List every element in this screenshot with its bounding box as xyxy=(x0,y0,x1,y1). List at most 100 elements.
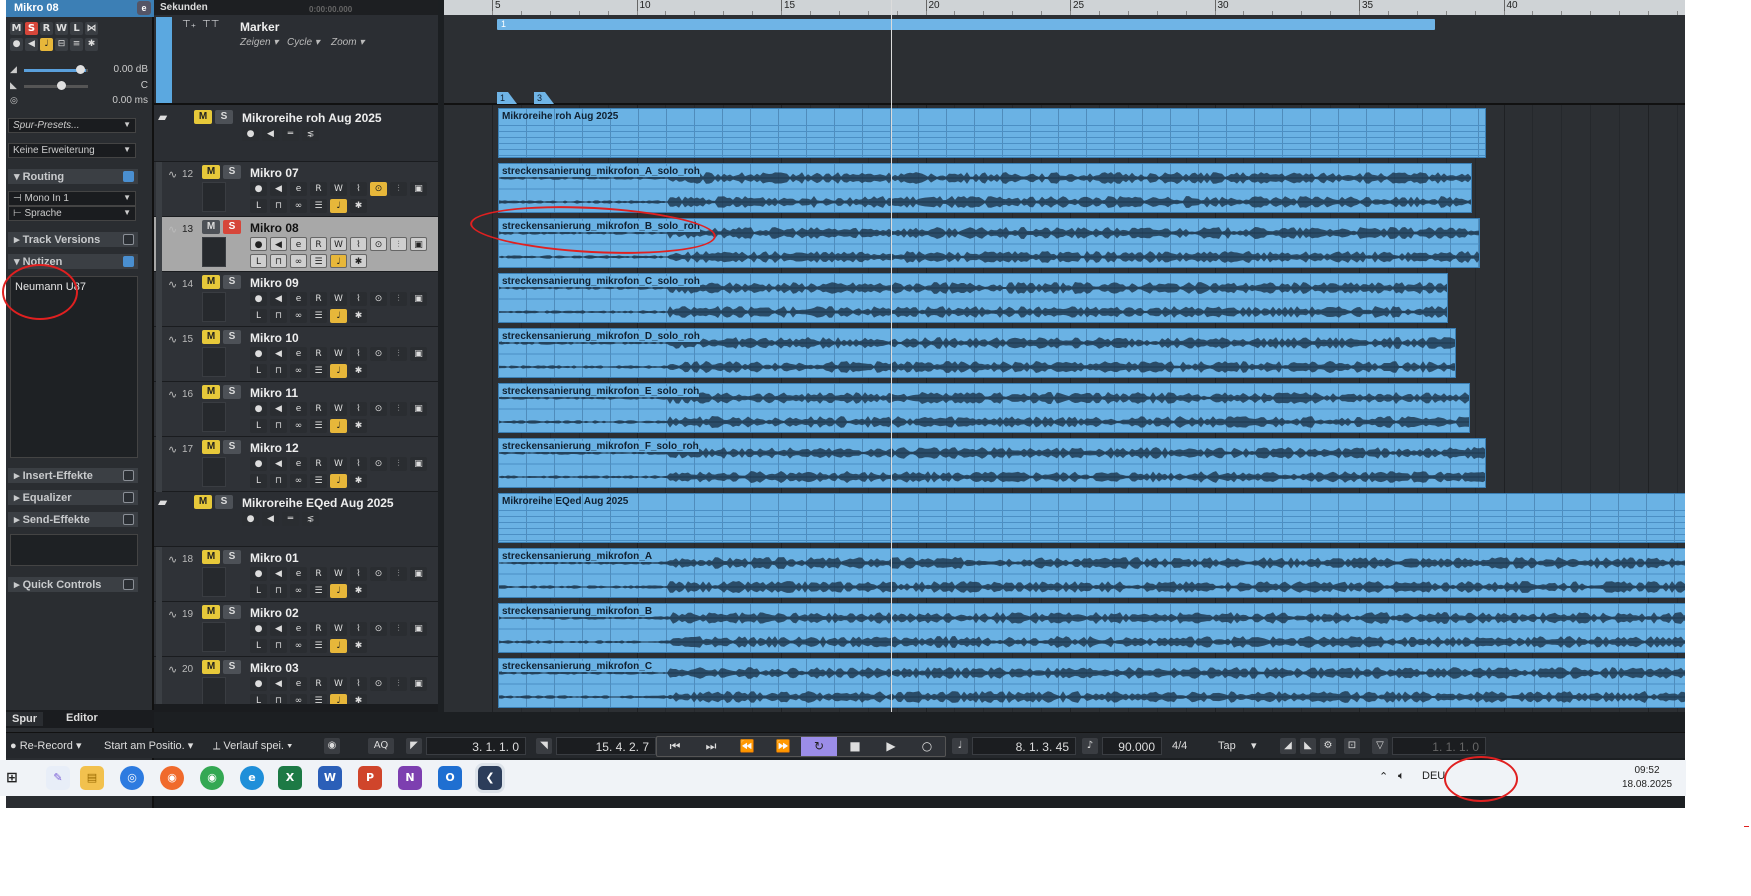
channel-settings-icon[interactable]: ▣ xyxy=(410,622,427,636)
section-notes[interactable]: ▾ Notizen xyxy=(8,254,138,269)
tab-spur[interactable]: Spur xyxy=(6,712,44,726)
group-icon[interactable]: ⋦ xyxy=(302,512,319,526)
marker-zoom-dropdown[interactable]: Zoom ▾ xyxy=(331,37,364,48)
channel-settings-icon[interactable]: ▣ xyxy=(410,237,427,251)
edit-channel-icon[interactable]: e xyxy=(290,622,307,636)
folder-icon[interactable]: ▰ xyxy=(158,110,167,124)
direct-monitor-icon[interactable]: ⊙ xyxy=(370,677,387,691)
extension-dropdown[interactable]: Keine Erweiterung ▼ xyxy=(8,143,136,158)
direct-monitor-icon[interactable]: ⊙ xyxy=(370,292,387,306)
speaker-icon[interactable]: 🔈︎ xyxy=(1398,770,1405,783)
solo-button[interactable]: S xyxy=(223,330,241,344)
phase-icon[interactable]: ⌇ xyxy=(350,457,367,471)
read-automation-button[interactable]: R xyxy=(310,567,327,581)
marker-remove-icon[interactable]: ⊤⊤ xyxy=(202,19,219,30)
solo-button[interactable]: S xyxy=(25,22,38,35)
write-automation-button[interactable]: W xyxy=(330,567,347,581)
write-automation-button[interactable]: W xyxy=(330,402,347,416)
inspector-track-name[interactable]: Mikro 08 e xyxy=(6,0,154,17)
record-enable-icon[interactable]: ● xyxy=(242,512,259,526)
folder-track[interactable]: ▰ M S Mikroreihe roh Aug 2025 ● ◀ ═ ⋦ xyxy=(154,107,438,162)
audio-track[interactable]: ∿ 15 M S Mikro 10 ● ◀ e R W ⌇ ⊙ ⫶ ▣ L ⊓ ∞ ☰ ♩ ✱ xyxy=(154,327,438,382)
go-to-end-icon[interactable]: ⏭ xyxy=(693,737,729,756)
start-mode-dropdown[interactable]: Start am Positio. ▾ xyxy=(104,737,193,755)
track-name[interactable]: Mikro 10 xyxy=(250,331,299,345)
lanes-button[interactable]: L xyxy=(250,364,267,378)
punch-in-icon[interactable]: ◢ xyxy=(1280,738,1296,754)
record-enable-icon[interactable]: ● xyxy=(250,292,267,306)
lanes-button[interactable]: L xyxy=(250,419,267,433)
phase-icon[interactable]: ⌇ xyxy=(350,237,367,251)
direct-monitor-icon[interactable]: ⊙ xyxy=(370,347,387,361)
mute-button[interactable]: M xyxy=(194,495,212,509)
channel-settings-icon[interactable]: ▣ xyxy=(410,182,427,196)
solo-button[interactable]: S xyxy=(223,440,241,454)
lanes-button[interactable]: L xyxy=(250,309,267,323)
timebase-icon[interactable]: ♩ xyxy=(330,364,347,378)
metronome-icon[interactable]: ◉ xyxy=(324,738,340,754)
record-icon[interactable]: ○ xyxy=(909,737,945,756)
language-indicator[interactable]: DEU xyxy=(1422,770,1445,782)
send-effects-icon[interactable] xyxy=(123,514,134,525)
audio-event[interactable]: streckensanierung_mikrofon_F_solo_roh xyxy=(498,438,1486,488)
edit-channel-icon[interactable]: e xyxy=(290,182,307,196)
write-automation-button[interactable]: W xyxy=(330,237,347,251)
lanes-button[interactable]: L xyxy=(250,584,267,598)
phase-icon[interactable]: ⌇ xyxy=(350,622,367,636)
mute-button[interactable]: M xyxy=(10,22,23,35)
eq-icon[interactable]: ⫶ xyxy=(390,622,407,636)
track-name[interactable]: Mikro 12 xyxy=(250,441,299,455)
direct-monitor-icon[interactable]: ⊙ xyxy=(370,622,387,636)
read-automation-button[interactable]: R xyxy=(310,347,327,361)
solo-button[interactable]: S xyxy=(223,605,241,619)
outlook-icon[interactable]: O xyxy=(438,766,462,790)
eq-icon[interactable]: ⫶ xyxy=(390,402,407,416)
read-button[interactable]: R xyxy=(40,22,53,35)
quick-controls-icon[interactable] xyxy=(123,579,134,590)
lock-icon[interactable]: ⊓ xyxy=(270,309,287,323)
track-name[interactable]: Mikro 02 xyxy=(250,606,299,620)
read-automation-button[interactable]: R xyxy=(310,622,327,636)
timebase-icon[interactable]: ♩ xyxy=(330,584,347,598)
read-automation-button[interactable]: R xyxy=(310,677,327,691)
list-icon[interactable]: ☰ xyxy=(310,419,327,433)
audio-event[interactable]: streckensanierung_mikrofon_A_solo_roh xyxy=(498,163,1472,213)
track-versions-icon[interactable] xyxy=(123,234,134,245)
link-icon[interactable]: ∞ xyxy=(290,474,307,488)
lanes-icon[interactable]: ═ xyxy=(282,512,299,526)
freeze-icon[interactable]: ✱ xyxy=(350,309,367,323)
channel-settings-icon[interactable]: ▣ xyxy=(410,347,427,361)
channel-settings-icon[interactable]: ▣ xyxy=(410,677,427,691)
folder-track[interactable]: ▰ M S Mikroreihe EQed Aug 2025 ● ◀ ═ ⋦ xyxy=(154,492,438,547)
edit-channel-icon[interactable]: e xyxy=(290,457,307,471)
audio-event[interactable]: streckensanierung_mikrofon_C xyxy=(498,658,1685,708)
left-locator-icon[interactable]: ◤ xyxy=(406,738,422,754)
chrome-icon[interactable]: ◉ xyxy=(200,766,224,790)
eq-icon[interactable]: ⫶ xyxy=(390,182,407,196)
onenote-icon[interactable]: N xyxy=(398,766,422,790)
track-name[interactable]: Mikroreihe roh Aug 2025 xyxy=(242,111,382,125)
phase-icon[interactable]: ⌇ xyxy=(350,347,367,361)
read-automation-button[interactable]: R xyxy=(310,182,327,196)
track-name[interactable]: Mikro 03 xyxy=(250,661,299,675)
solo-button[interactable]: S xyxy=(215,495,233,509)
timebase-icon[interactable]: ♩ xyxy=(330,309,347,323)
edit-channel-icon[interactable]: e xyxy=(290,677,307,691)
solo-button[interactable]: S xyxy=(223,385,241,399)
lock-icon[interactable]: ⊟ xyxy=(55,38,68,51)
powerpoint-icon[interactable]: P xyxy=(358,766,382,790)
record-enable-icon[interactable]: ● xyxy=(250,182,267,196)
track-name[interactable]: Mikro 08 xyxy=(250,221,299,235)
lanes-button[interactable]: L xyxy=(250,199,267,213)
tempo-field[interactable]: 90.000 xyxy=(1102,737,1162,755)
marker-lane[interactable]: 1 1 3 xyxy=(444,15,1685,105)
settings-gear-icon[interactable]: ⚙ xyxy=(1320,738,1336,754)
audio-event[interactable]: streckensanierung_mikrofon_D_solo_roh xyxy=(498,328,1456,378)
lanes-button[interactable]: L xyxy=(250,639,267,653)
channel-settings-icon[interactable]: ▣ xyxy=(410,292,427,306)
solo-button[interactable]: S xyxy=(223,275,241,289)
right-locator-icon[interactable]: ◥ xyxy=(536,738,552,754)
project-cursor[interactable] xyxy=(891,0,892,712)
list-icon[interactable]: ☰ xyxy=(310,639,327,653)
time-format-icon[interactable]: ♩ xyxy=(952,738,968,754)
